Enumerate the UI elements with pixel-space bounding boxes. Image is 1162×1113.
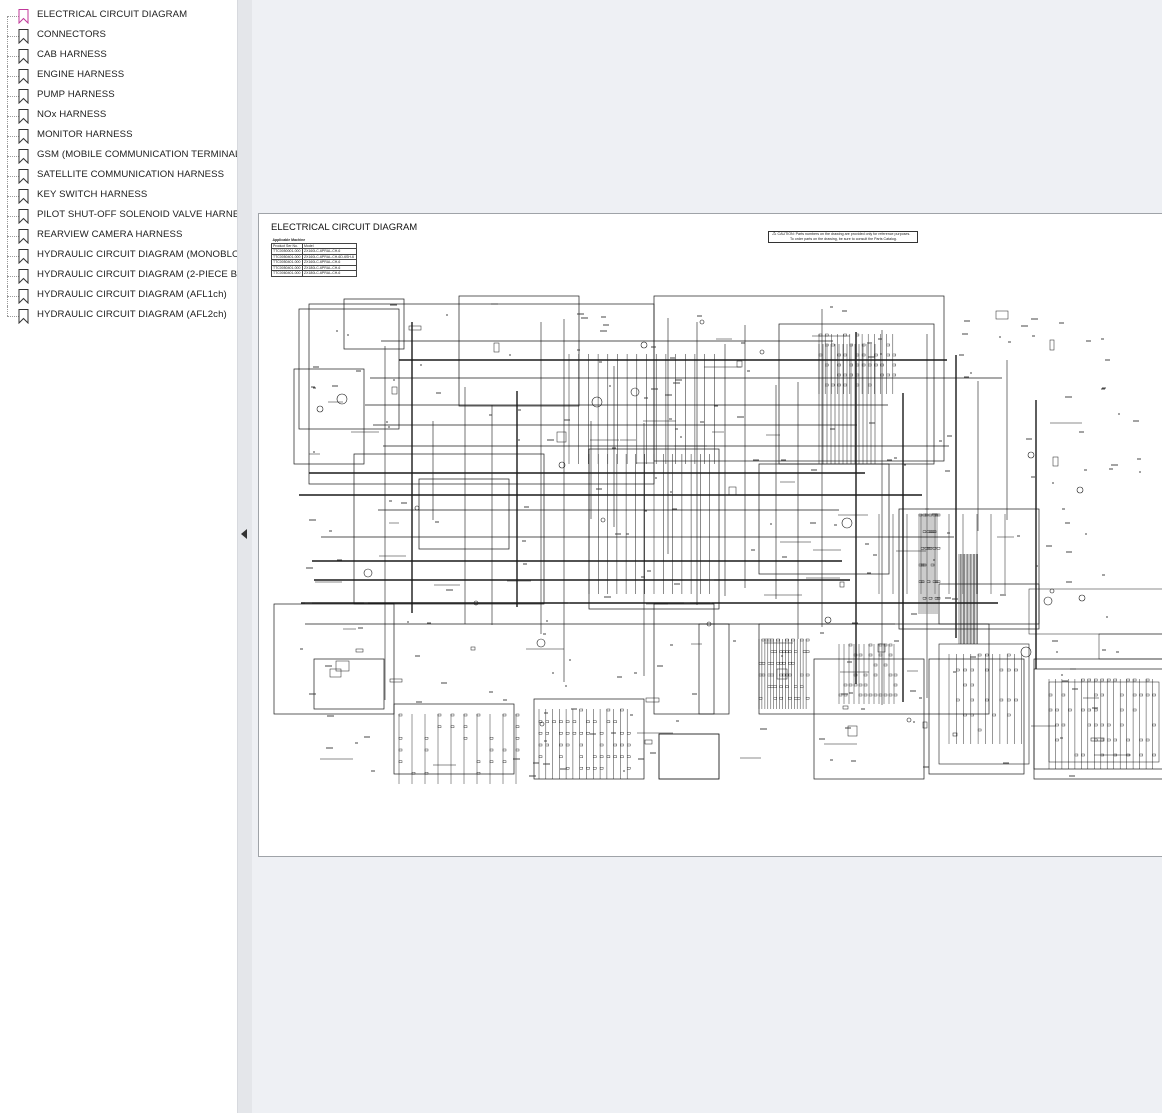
bookmark-label: KEY SWITCH HARNESS — [37, 189, 148, 200]
bookmark-label: CONNECTORS — [37, 29, 107, 40]
bookmark-label: HYDRAULIC CIRCUIT DIAGRAM (2-PIECE BOOM)… — [37, 269, 237, 280]
table-cell: Product Ser No. — [271, 242, 303, 249]
bookmark-item[interactable]: NOx HARNESS — [0, 106, 237, 126]
bookmark-label: HYDRAULIC CIRCUIT DIAGRAM (MONOBLOCK BOC — [37, 249, 237, 260]
bookmark-icon — [18, 109, 29, 124]
bookmark-label: GSM (MOBILE COMMUNICATION TERMINAL) HAR — [37, 149, 237, 160]
bookmark-item[interactable]: MONITOR HARNESS — [0, 126, 237, 146]
table-cell: TTC0050401-000 — [271, 264, 303, 271]
bookmark-icon — [18, 229, 29, 244]
table-cell: TTC0050001-000 — [271, 248, 303, 255]
bookmark-item[interactable]: SATELLITE COMMUNICATION HARNESS — [0, 166, 237, 186]
bookmark-icon — [18, 9, 29, 24]
bookmark-icon — [18, 309, 29, 324]
bookmark-icon — [18, 249, 29, 264]
bookmark-item[interactable]: PILOT SHUT-OFF SOLENOID VALVE HARNESS — [0, 206, 237, 226]
caution-line-1: CAUTION: Parts numbers on the drawing ar… — [777, 232, 911, 236]
tree-line — [7, 306, 8, 316]
table-cell: TTC0050401-000 — [271, 259, 303, 266]
bookmark-item[interactable]: CAB HARNESS — [0, 46, 237, 66]
bookmark-label: SATELLITE COMMUNICATION HARNESS — [37, 169, 225, 180]
bookmark-icon — [18, 209, 29, 224]
bookmark-icon — [18, 169, 29, 184]
bookmark-label: CAB HARNESS — [37, 49, 107, 60]
document-page: ELECTRICAL CIRCUIT DIAGRAM Applicable Ma… — [258, 213, 1162, 857]
caution-line-2: To order parts on the drawing, be sure t… — [790, 237, 897, 241]
table-cell: TTC0050401-000 — [271, 253, 303, 260]
table-row: TTC0050401-000 ZX160LC-6PRAL-CH-6D-6SH-6 — [271, 253, 357, 260]
bookmark-icon — [18, 269, 29, 284]
bookmark-icon — [18, 89, 29, 104]
bookmark-item[interactable]: CONNECTORS — [0, 26, 237, 46]
bookmark-item[interactable]: HYDRAULIC CIRCUIT DIAGRAM (AFL2ch) — [0, 306, 237, 326]
bookmark-icon — [18, 189, 29, 204]
table-cell: ZX180LC-6PRAL-CH-6 — [302, 270, 357, 277]
bookmark-item[interactable]: KEY SWITCH HARNESS — [0, 186, 237, 206]
bookmark-label: MONITOR HARNESS — [37, 129, 133, 140]
bookmark-item[interactable]: REARVIEW CAMERA HARNESS — [0, 226, 237, 246]
bookmark-item[interactable]: HYDRAULIC CIRCUIT DIAGRAM (MONOBLOCK BOC — [0, 246, 237, 266]
bookmark-icon — [18, 289, 29, 304]
bookmark-label: PILOT SHUT-OFF SOLENOID VALVE HARNESS — [37, 209, 237, 220]
bookmark-item[interactable]: ENGINE HARNESS — [0, 66, 237, 86]
bookmark-label: REARVIEW CAMERA HARNESS — [37, 229, 183, 240]
bookmark-label: ENGINE HARNESS — [37, 69, 125, 80]
bookmark-item[interactable]: PUMP HARNESS — [0, 86, 237, 106]
bookmark-item[interactable]: ELECTRICAL CIRCUIT DIAGRAM — [0, 6, 237, 26]
bookmark-icon — [18, 29, 29, 44]
bookmark-icon — [18, 149, 29, 164]
applicable-machine-table: Applicable Machine Product Ser No. Model T… — [271, 238, 357, 277]
bookmarks-panel: ELECTRICAL CIRCUIT DIAGRAM CONNECTORS CAB … — [0, 0, 237, 1113]
bookmark-label: ELECTRICAL CIRCUIT DIAGRAM — [37, 9, 188, 20]
bookmark-list: ELECTRICAL CIRCUIT DIAGRAM CONNECTORS CAB … — [0, 6, 237, 326]
bookmark-item[interactable]: HYDRAULIC CIRCUIT DIAGRAM (AFL1ch) — [0, 286, 237, 306]
tree-line — [7, 16, 8, 26]
bookmark-item[interactable]: GSM (MOBILE COMMUNICATION TERMINAL) HAR — [0, 146, 237, 166]
collapse-left-arrow-icon[interactable] — [241, 529, 247, 539]
bookmark-label: PUMP HARNESS — [37, 89, 115, 100]
bookmark-label: HYDRAULIC CIRCUIT DIAGRAM (AFL2ch) — [37, 309, 227, 320]
page-title: ELECTRICAL CIRCUIT DIAGRAM — [271, 222, 418, 233]
table-cell: ZX160LC-6PRAL-CH-6D-6SH-6 — [302, 253, 357, 260]
bookmark-item[interactable]: HYDRAULIC CIRCUIT DIAGRAM (2-PIECE BOOM)… — [0, 266, 237, 286]
bookmark-icon — [18, 69, 29, 84]
panel-splitter[interactable] — [237, 0, 252, 1113]
table-row: TTC0060401-000 ZX180LC-6PRAL-CH-6 — [271, 270, 357, 277]
table-cell: TTC0060401-000 — [271, 270, 303, 277]
bookmark-icon — [18, 129, 29, 144]
bookmark-label: NOx HARNESS — [37, 109, 107, 120]
circuit-diagram — [273, 295, 1162, 784]
caution-note: ⚠ CAUTION: Parts numbers on the drawing … — [768, 231, 918, 243]
bookmark-label: HYDRAULIC CIRCUIT DIAGRAM (AFL1ch) — [37, 289, 227, 300]
bookmark-icon — [18, 49, 29, 64]
